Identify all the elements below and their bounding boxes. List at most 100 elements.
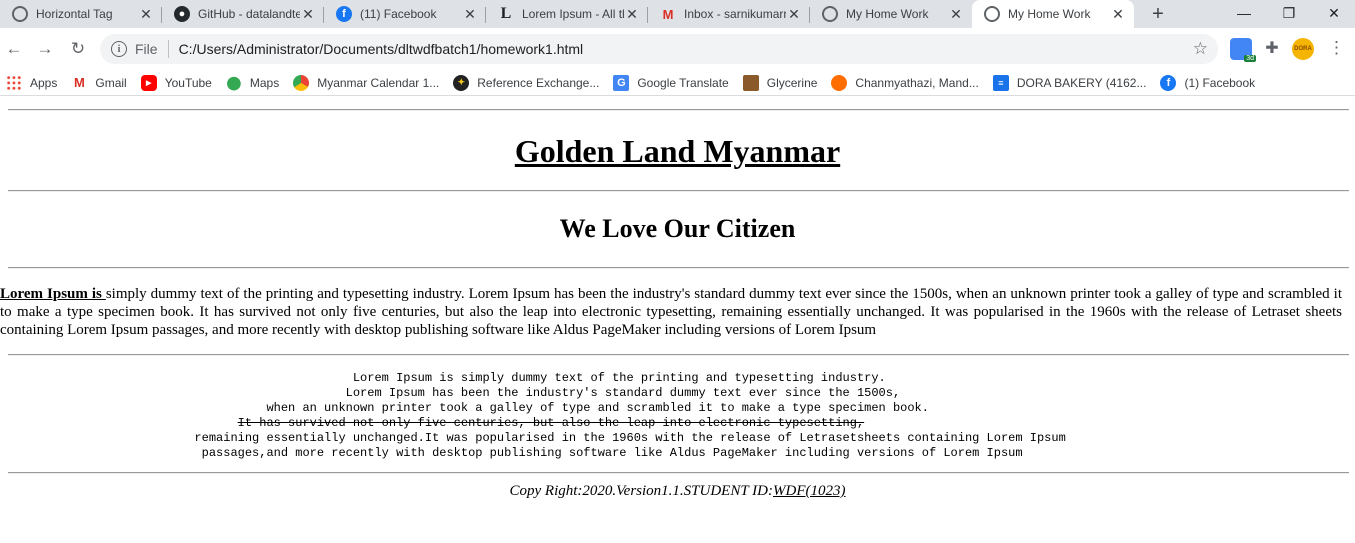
pre-indent (0, 416, 238, 430)
pre-line: when an unknown printer took a galley of… (0, 401, 929, 415)
student-id: WDF(1023) (773, 483, 846, 499)
url-text[interactable]: C:/Users/Administrator/Documents/dltwdfb… (179, 41, 584, 57)
bookmark-dora-bakery[interactable]: ≡ DORA BAKERY (4162... (992, 74, 1147, 91)
preformatted-block: Lorem Ipsum is simply dummy text of the … (0, 371, 1355, 461)
divider (8, 109, 1349, 111)
globe-icon (984, 6, 1000, 22)
apps-grid-icon (6, 74, 22, 91)
tab-title: Lorem Ipsum - All th (522, 7, 624, 21)
footer-text: Copy Right:2020.Version1.1.STUDENT ID: (509, 483, 773, 499)
address-bar[interactable]: i File C:/Users/Administrator/Documents/… (100, 34, 1218, 64)
bookmark-label: YouTube (164, 75, 212, 90)
close-icon[interactable]: ✕ (786, 6, 802, 23)
tab-horizontal-tag[interactable]: Horizontal Tag ✕ (0, 0, 162, 28)
omnibox-divider (167, 40, 169, 58)
pre-line-struck: It has survived not only five centuries,… (0, 416, 1355, 431)
scheme-label: File (135, 41, 158, 57)
close-icon[interactable]: ✕ (462, 6, 478, 23)
extension-badge: 3d (1244, 55, 1256, 62)
close-icon[interactable]: ✕ (948, 6, 964, 23)
minimize-button[interactable]: — (1232, 2, 1256, 24)
gmail-icon: M (73, 75, 85, 90)
reload-button[interactable]: ↻ (66, 37, 90, 61)
facebook-icon: f (1160, 74, 1177, 91)
bookmark-label: Google Translate (637, 75, 729, 90)
chanmyathazi-icon (831, 74, 848, 91)
bookmark-glycerine[interactable]: Glycerine (742, 74, 818, 91)
browser-menu-icon[interactable]: ⋮ (1328, 38, 1345, 58)
new-tab-button[interactable]: + (1147, 3, 1169, 25)
pre-line: remaining essentially unchanged.It was p… (0, 431, 1066, 445)
bookmark-label: Reference Exchange... (477, 75, 600, 90)
docs-icon: ≡ (992, 74, 1009, 91)
bookmark-label: Maps (249, 75, 280, 90)
pre-line: Lorem Ipsum is simply dummy text of the … (0, 371, 886, 385)
close-icon[interactable]: ✕ (1110, 6, 1126, 23)
bookmark-label: Chanmyathazi, Mand... (855, 75, 979, 90)
intro-paragraph: Lorem Ipsum is simply dummy text of the … (0, 285, 1342, 339)
divider (8, 354, 1349, 356)
bookmark-label: Glycerine (766, 75, 818, 90)
close-icon[interactable]: ✕ (300, 6, 316, 23)
bookmark-facebook[interactable]: f (1) Facebook (1160, 74, 1256, 91)
restore-button[interactable]: ❐ (1277, 2, 1301, 24)
info-icon[interactable]: i (111, 41, 127, 57)
bookmark-label: DORA BAKERY (4162... (1016, 75, 1147, 90)
paragraph-lead: Lorem Ipsum is (0, 286, 106, 302)
tab-strip: Horizontal Tag ✕ ● GitHub - datalandte ✕… (0, 0, 1355, 28)
bookmark-label: (1) Facebook (1184, 75, 1256, 90)
bookmark-youtube[interactable]: ▶ YouTube (140, 74, 212, 91)
bookmark-maps[interactable]: ⬤ Maps (226, 74, 280, 91)
paragraph-text: simply dummy text of the printing and ty… (0, 286, 1342, 338)
bookmark-chanmyathazi[interactable]: Chanmyathazi, Mand... (831, 74, 979, 91)
divider (8, 190, 1349, 192)
footer-copyright: Copy Right:2020.Version1.1.STUDENT ID:WD… (0, 483, 1355, 500)
globe-icon (12, 6, 28, 22)
extensions-puzzle-icon[interactable]: ✚ (1261, 38, 1283, 60)
tab-title: My Home Work (846, 7, 929, 21)
page-subheading: We Love Our Citizen (559, 214, 796, 243)
tab-title: Horizontal Tag (36, 7, 113, 21)
globe-icon (822, 6, 838, 22)
strikethrough-text: It has survived not only five centuries,… (237, 416, 865, 430)
youtube-icon: ▶ (140, 74, 157, 91)
bookmark-label: Gmail (95, 75, 127, 90)
divider (8, 472, 1349, 474)
tab-title: GitHub - datalandte (198, 7, 300, 21)
tab-my-home-work-active[interactable]: My Home Work ✕ (972, 0, 1134, 28)
facebook-icon: f (336, 6, 352, 22)
bookmark-reference-exchange[interactable]: ✦ Reference Exchange... (453, 74, 600, 91)
divider (8, 267, 1349, 269)
google-translate-icon: G (613, 74, 630, 91)
bookmark-star-icon[interactable]: ☆ (1193, 39, 1208, 59)
github-icon: ● (174, 6, 190, 22)
bookmarks-bar: Apps M Gmail ▶ YouTube ⬤ Maps Myanmar Calen… (0, 70, 1355, 96)
back-button[interactable]: ← (2, 37, 26, 61)
close-icon[interactable]: ✕ (138, 6, 154, 23)
tab-lorem-ipsum[interactable]: L Lorem Ipsum - All th ✕ (486, 0, 648, 28)
tab-gmail-inbox[interactable]: M Inbox - sarnikumarr ✕ (648, 0, 810, 28)
myanmar-calendar-icon (293, 74, 310, 91)
dora-profile-avatar[interactable]: DORA (1292, 38, 1314, 60)
page-heading: Golden Land Myanmar (514, 133, 841, 169)
tab-facebook[interactable]: f (11) Facebook ✕ (324, 0, 486, 28)
glycerine-icon (742, 74, 759, 91)
bookmark-apps[interactable]: Apps (6, 74, 57, 91)
tab-my-home-work[interactable]: My Home Work ✕ (810, 0, 972, 28)
bookmark-gmail[interactable]: M Gmail (71, 75, 127, 91)
close-window-button[interactable]: ✕ (1322, 2, 1346, 24)
bookmark-myanmar-calendar[interactable]: Myanmar Calendar 1... (293, 74, 440, 91)
lorem-L-icon: L (500, 5, 512, 22)
bookmark-google-translate[interactable]: G Google Translate (613, 74, 729, 91)
maps-pin-icon: ⬤ (226, 74, 242, 90)
tab-github[interactable]: ● GitHub - datalandte ✕ (162, 0, 324, 28)
close-icon[interactable]: ✕ (624, 6, 640, 23)
pre-line: Lorem Ipsum has been the industry's stan… (0, 386, 901, 400)
meet-extension-icon[interactable]: 3d (1230, 38, 1256, 62)
tab-title: Inbox - sarnikumarr (684, 7, 786, 21)
tab-title: (11) Facebook (360, 7, 437, 21)
bookmark-label: Myanmar Calendar 1... (317, 75, 440, 90)
forward-button[interactable]: → (33, 37, 57, 61)
tab-title: My Home Work (1008, 7, 1091, 21)
browser-toolbar: ← → ↻ i File C:/Users/Administrator/Docu… (0, 28, 1355, 70)
